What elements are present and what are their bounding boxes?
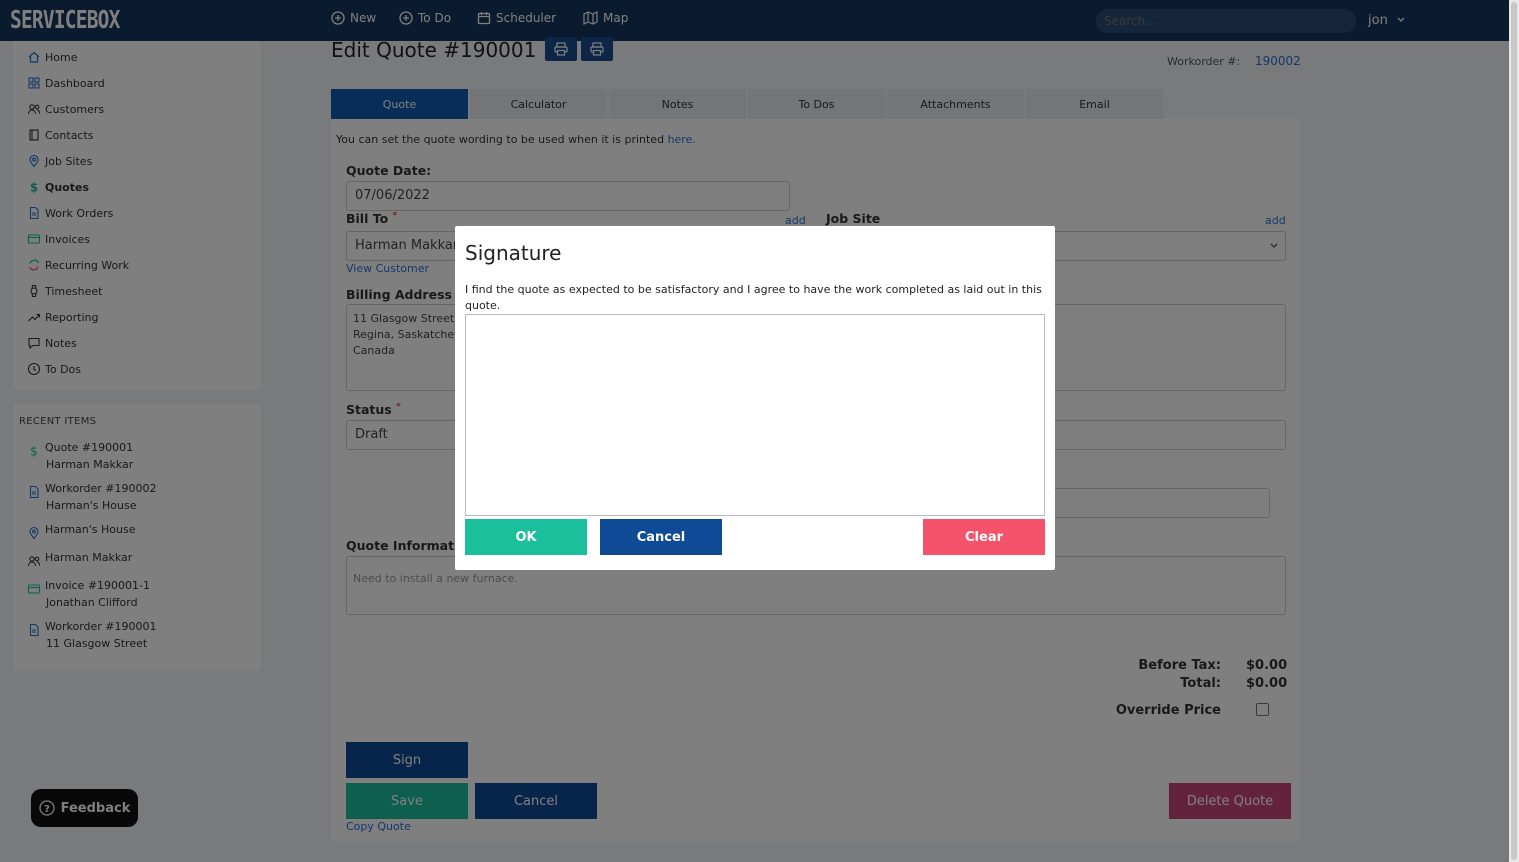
clear-button[interactable]: Clear bbox=[923, 519, 1045, 555]
modal-title: Signature bbox=[465, 241, 562, 265]
modal-cancel-button[interactable]: Cancel bbox=[600, 519, 722, 555]
page-scrollbar[interactable] bbox=[1509, 0, 1519, 862]
modal-agreement-text: I find the quote as expected to be satis… bbox=[465, 283, 1042, 312]
ok-button[interactable]: OK bbox=[465, 519, 587, 555]
signature-pad[interactable] bbox=[465, 314, 1045, 516]
signature-modal: Signature I find the quote as expected t… bbox=[455, 226, 1055, 570]
scrollbar-thumb[interactable] bbox=[1511, 2, 1517, 860]
